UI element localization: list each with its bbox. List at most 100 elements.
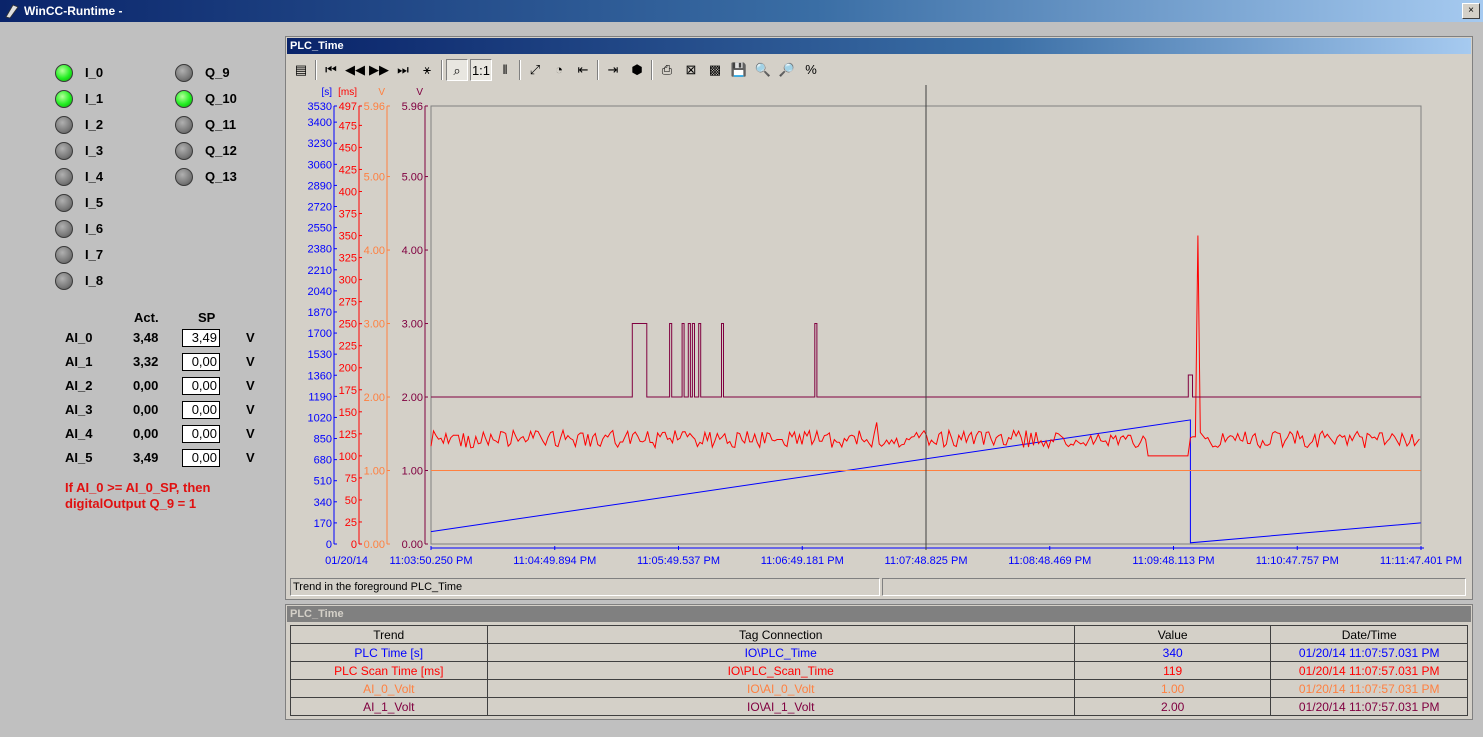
ai_0-label: AI_0 [65, 330, 93, 345]
axis-tick-label: 400 [339, 186, 357, 198]
axis-tick-label: 425 [339, 164, 357, 176]
ai_4-sp-input[interactable]: 0,00 [182, 425, 220, 443]
cell-value: 2.00 [1073, 697, 1272, 716]
time-tick-label: 11:05:49.537 PM [637, 555, 720, 567]
ai_5-unit: V [246, 450, 255, 465]
ai_2-label: AI_2 [65, 378, 93, 393]
last-record-icon[interactable]: ⏭ [392, 59, 414, 81]
axis-tick-label: 50 [345, 495, 357, 507]
export-icon[interactable]: ⊠ [680, 59, 702, 81]
value-axis-unit: [s] [321, 87, 332, 98]
axis-tick-label: 450 [339, 142, 357, 154]
trend-statusbar: Trend in the foreground PLC_Time [290, 578, 1466, 596]
axis-tick-label: 497 [339, 101, 357, 113]
next-record-icon[interactable]: ▶▶ [368, 59, 390, 81]
cell-datetime: 01/20/14 11:07:57.031 PM [1270, 643, 1468, 662]
table-row[interactable]: AI_1_Volt IO\AI_1_Volt 2.00 01/20/14 11:07:… [290, 697, 1468, 716]
led-i_1-icon [55, 90, 73, 108]
close-window-button[interactable]: × [1462, 3, 1480, 19]
ai_2-unit: V [246, 378, 255, 393]
value-table-header: Trend Tag Connection Value Date/Time [290, 625, 1468, 644]
value-axis-3: V 0.00 1.00 2.00 3.00 4.00 5.00 5.96 [402, 87, 428, 551]
start-stop-icon[interactable]: ⚹ [416, 59, 438, 81]
config-dialog-icon[interactable]: ▤ [290, 59, 312, 81]
ai_4-unit: V [246, 426, 255, 441]
col-datetime[interactable]: Date/Time [1270, 625, 1468, 644]
axis-tick-label: 850 [314, 434, 332, 446]
axis-tick-label: 2040 [308, 286, 332, 298]
percent-icon[interactable]: % [800, 59, 822, 81]
col-trend[interactable]: Trend [290, 625, 488, 644]
ai_0-unit: V [246, 330, 255, 345]
table-row[interactable]: PLC Scan Time [ms] IO\PLC_Scan_Time 119 01/… [290, 661, 1468, 680]
time-tick-label: 11:04:49.894 PM [513, 555, 596, 567]
col-tag-connection[interactable]: Tag Connection [486, 625, 1075, 644]
col-value[interactable]: Value [1073, 625, 1272, 644]
table-row[interactable]: PLC Time [s] IO\PLC_Time 340 01/20/14 11:07… [290, 643, 1468, 662]
axis-tick-label: 2720 [308, 202, 332, 214]
time-tick-label: 11:08:48.469 PM [1008, 555, 1091, 567]
ai_3-unit: V [246, 402, 255, 417]
axis-tick-label: 3.00 [402, 319, 423, 331]
value-axis-2: V 0.00 1.00 2.00 3.00 4.00 5.00 5.96 [364, 87, 390, 551]
stats-icon[interactable]: ▩ [704, 59, 726, 81]
axis-tick-label: 3060 [308, 159, 332, 171]
app-titlebar: WinCC-Runtime - × [0, 0, 1483, 22]
axis-tick-label: 175 [339, 385, 357, 397]
next-trend-icon[interactable]: ⇥ [602, 59, 624, 81]
ai_0-sp-input[interactable]: 3,49 [182, 329, 220, 347]
previous-trend-icon[interactable]: ⇤ [572, 59, 594, 81]
toolbar-separator [441, 60, 443, 80]
led-q_11-icon [175, 116, 193, 134]
led-q_13-icon [175, 168, 193, 186]
time-base-icon[interactable]: ◔ [548, 59, 570, 81]
table-row[interactable]: AI_0_Volt IO\AI_0_Volt 1.00 01/20/14 11:07:… [290, 679, 1468, 698]
zoom-value-icon[interactable]: 🔎 [776, 59, 798, 81]
led-i_5-icon [55, 194, 73, 212]
time-tick-label: 11:07:48.825 PM [885, 555, 968, 567]
toolbar-separator [315, 60, 317, 80]
axis-tick-label: 1870 [308, 307, 332, 319]
value-table: Trend Tag Connection Value Date/Time PLC… [290, 625, 1468, 716]
axis-tick-label: 3.00 [364, 319, 385, 331]
connect-backup-icon[interactable]: ⬢ [626, 59, 648, 81]
select-data-icon[interactable]: ⤢ [524, 59, 546, 81]
cell-value: 340 [1073, 643, 1272, 662]
axis-tick-label: 2380 [308, 244, 332, 256]
original-view-icon[interactable]: 1:1 [470, 59, 492, 81]
axis-tick-label: 225 [339, 341, 357, 353]
ai_1-unit: V [246, 354, 255, 369]
print-icon[interactable]: ⎙ [656, 59, 678, 81]
ai_5-label: AI_5 [65, 450, 93, 465]
cell-tag: IO\AI_0_Volt [486, 679, 1075, 698]
axis-tick-label: 2.00 [364, 392, 385, 404]
ai_1-actual-value: 3,32 [133, 354, 159, 369]
axis-tick-label: 3530 [308, 101, 332, 113]
ruler-icon[interactable]: ‖ [494, 59, 516, 81]
axis-tick-label: 325 [339, 253, 357, 265]
zoom-time-icon[interactable]: 🔍 [752, 59, 774, 81]
zoom-area-icon[interactable]: ⌕ [446, 59, 468, 81]
ai_5-actual-value: 3,49 [133, 450, 159, 465]
ai_0-actual-value: 3,48 [133, 330, 159, 345]
axis-tick-label: 0 [326, 539, 332, 551]
ai_1-sp-input[interactable]: 0,00 [182, 353, 220, 371]
axis-tick-label: 2210 [308, 265, 332, 277]
axis-tick-label: 510 [314, 476, 332, 488]
ai_3-sp-input[interactable]: 0,00 [182, 401, 220, 419]
save-icon[interactable]: 💾 [728, 59, 750, 81]
axis-tick-label: 4.00 [364, 245, 385, 257]
label-i_5: I_5 [85, 195, 104, 210]
axis-tick-label: 0.00 [402, 539, 423, 551]
ai_5-sp-input[interactable]: 0,00 [182, 449, 220, 467]
axis-tick-label: 1.00 [364, 466, 385, 478]
status-text: Trend in the foreground PLC_Time [290, 578, 880, 596]
previous-record-icon[interactable]: ◀◀ [344, 59, 366, 81]
led-i_3-icon [55, 142, 73, 160]
ai_2-sp-input[interactable]: 0,00 [182, 377, 220, 395]
first-record-icon[interactable]: ⏮ [320, 59, 342, 81]
label-i_1: I_1 [85, 91, 104, 106]
label-i_0: I_0 [85, 65, 104, 80]
trend-chart[interactable]: [s] 0 170 340 510 680 850 1020 1190 1360 1530 1700 1… [288, 85, 1472, 575]
axis-tick-label: 75 [345, 473, 357, 485]
